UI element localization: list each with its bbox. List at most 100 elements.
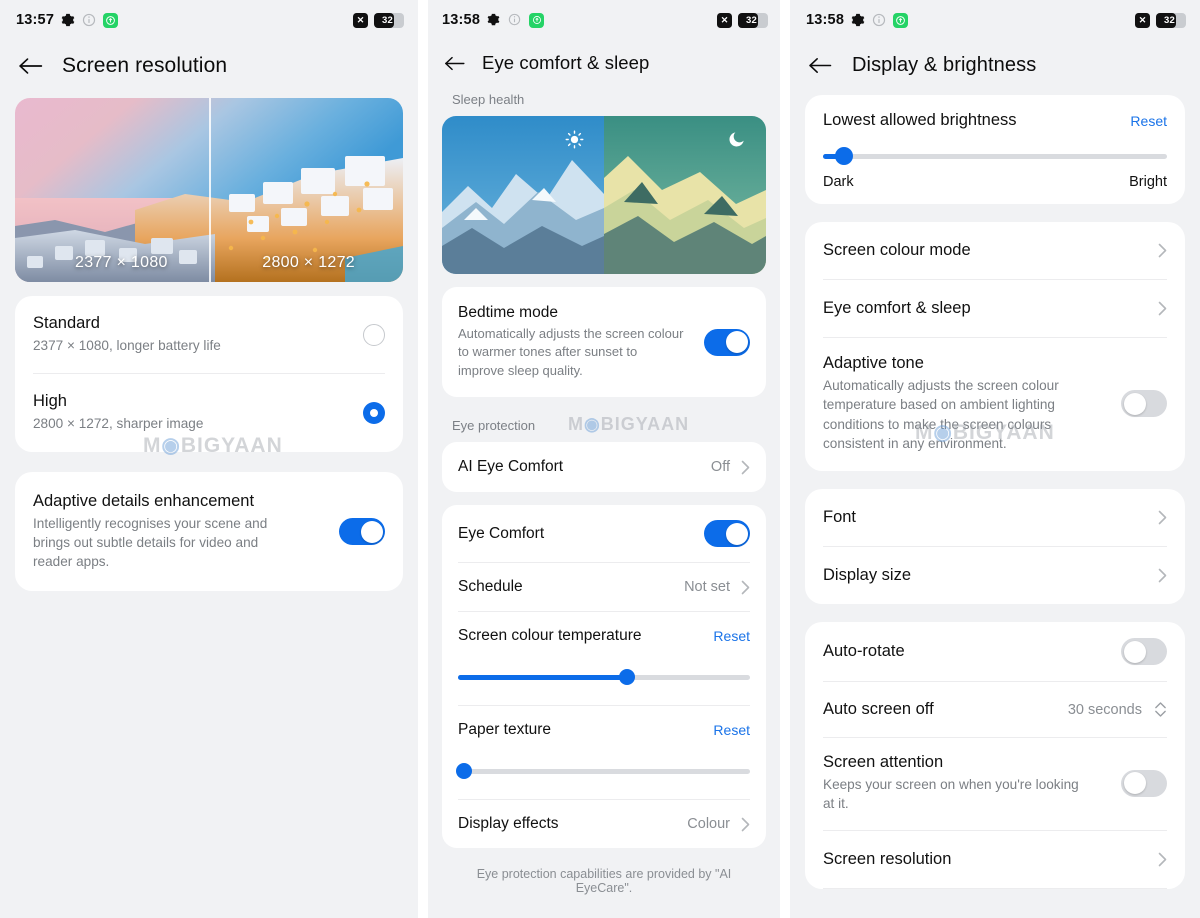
screen-colour-mode-row[interactable]: Screen colour mode [805, 222, 1185, 279]
panel-eye-comfort-sleep: 13:58 ✕ 32 Eye comfort & sleep Sleep hea… [428, 0, 780, 918]
status-bar-left: 13:57 [16, 12, 119, 28]
eye-comfort-row[interactable]: Eye Comfort [442, 505, 766, 562]
back-icon[interactable] [18, 55, 44, 77]
toggle-knob [1123, 640, 1146, 663]
adaptive-tone-toggle[interactable] [1121, 390, 1167, 418]
green-app-icon [529, 12, 545, 28]
screen-colour-temperature-slider[interactable] [458, 667, 750, 687]
slider-filled [458, 674, 628, 680]
gear-icon [61, 13, 75, 27]
toggle-knob [725, 522, 748, 545]
display-effects-title: Display effects [458, 815, 559, 833]
gear-icon [487, 13, 501, 27]
chevron-right-icon [1158, 852, 1167, 867]
title-bar: Eye comfort & sleep [428, 40, 780, 90]
status-bar-right: ✕ 32 [1135, 12, 1186, 28]
lowest-brightness-reset[interactable]: Reset [1130, 113, 1167, 129]
brightness-slider-labels: Dark Bright [823, 174, 1167, 190]
screen-resolution-title: Screen resolution [823, 849, 952, 868]
ai-eye-comfort-row[interactable]: AI Eye Comfort Off [442, 442, 766, 492]
page-title: Display & brightness [852, 54, 1037, 76]
mute-icon: ✕ [717, 12, 732, 28]
brightness-label-dark: Dark [823, 174, 854, 190]
bedtime-mode-title: Bedtime mode [458, 304, 558, 321]
info-icon [82, 13, 96, 27]
font-title: Font [823, 508, 857, 527]
chevron-right-icon [741, 460, 750, 475]
adaptive-details-toggle[interactable] [339, 518, 385, 546]
preview-night-half [604, 116, 766, 274]
lowest-brightness-block: Lowest allowed brightness Reset Dark Bri… [805, 95, 1185, 204]
screen-attention-toggle[interactable] [1121, 769, 1167, 797]
back-icon[interactable] [444, 54, 466, 73]
auto-rotate-row[interactable]: Auto-rotate [805, 622, 1185, 681]
display-effects-row[interactable]: Display effects Colour [442, 800, 766, 848]
paper-texture-block: Paper texture Reset [442, 706, 766, 799]
auto-screen-off-row[interactable]: Auto screen off 30 seconds [805, 682, 1185, 737]
paper-texture-title: Paper texture [458, 721, 552, 739]
status-time: 13:57 [16, 12, 55, 28]
bedtime-mode-card: Bedtime mode Automatically adjusts the s… [442, 287, 766, 398]
sun-icon [565, 130, 584, 154]
title-bar: Display & brightness [790, 40, 1200, 95]
adaptive-details-title: Adaptive details enhancement [33, 491, 255, 510]
resolution-preview-image: 2377 × 1080 2800 × 1272 [15, 98, 403, 282]
bedtime-mode-row[interactable]: Bedtime mode Automatically adjusts the s… [442, 287, 766, 397]
status-bar-right: ✕ 32 [717, 12, 768, 28]
auto-rotate-toggle[interactable] [1121, 638, 1167, 666]
resolution-option-standard[interactable]: Standard 2377 × 1080, longer battery lif… [15, 296, 403, 373]
sleep-health-preview-image [442, 116, 766, 274]
paper-texture-reset[interactable]: Reset [713, 722, 750, 738]
adaptive-tone-row[interactable]: Adaptive tone Automatically adjusts the … [805, 338, 1185, 471]
screenshot-stage: 13:57 ✕ 32 Screen resolution 2377 × 1080… [0, 0, 1200, 918]
status-bar-left: 13:58 [442, 12, 545, 28]
preview-label-high: 2800 × 1272 [262, 254, 355, 271]
adaptive-details-subtitle: Intelligently recognises your scene and … [33, 515, 268, 570]
status-bar: 13:58 ✕ 32 [790, 0, 1200, 40]
slider-knob[interactable] [834, 147, 853, 165]
resolution-option-high[interactable]: High 2800 × 1272, sharper image [15, 374, 403, 451]
back-icon[interactable] [808, 55, 834, 77]
moon-icon [727, 130, 746, 154]
chevron-right-icon [1158, 301, 1167, 316]
radio-standard[interactable] [363, 323, 385, 346]
option-title: Standard [33, 314, 100, 332]
schedule-row[interactable]: Schedule Not set [442, 563, 766, 611]
slider-track [458, 768, 750, 774]
row-divider [823, 887, 1167, 889]
battery-icon: 32 [374, 12, 404, 28]
title-bar: Screen resolution [0, 40, 418, 98]
status-bar: 13:57 ✕ 32 [0, 0, 418, 40]
adaptive-details-card: Adaptive details enhancement Intelligent… [15, 471, 403, 592]
eye-comfort-toggle[interactable] [704, 520, 750, 548]
adaptive-tone-subtitle: Automatically adjusts the screen colour … [823, 378, 1059, 451]
schedule-title: Schedule [458, 578, 523, 596]
bedtime-mode-toggle[interactable] [704, 328, 750, 356]
display-size-row[interactable]: Display size [805, 547, 1185, 604]
screen-behaviour-card: Auto-rotate Auto screen off 30 seconds S… [805, 622, 1185, 889]
adaptive-details-row[interactable]: Adaptive details enhancement Intelligent… [15, 472, 403, 592]
paper-texture-slider[interactable] [455, 761, 750, 781]
lowest-brightness-slider[interactable] [823, 146, 1167, 166]
eye-comfort-sleep-row[interactable]: Eye comfort & sleep [805, 280, 1185, 337]
radio-high[interactable] [363, 401, 385, 424]
mute-icon: ✕ [1135, 12, 1150, 28]
screen-resolution-row[interactable]: Screen resolution [805, 831, 1185, 888]
screen-attention-row[interactable]: Screen attention Keeps your screen on wh… [805, 738, 1185, 830]
font-row[interactable]: Font [805, 489, 1185, 546]
toggle-knob [360, 520, 383, 543]
toggle-knob [1123, 772, 1146, 795]
slider-knob[interactable] [619, 669, 636, 686]
panel-gap [780, 0, 790, 918]
slider-knob[interactable] [455, 763, 472, 780]
panel-gap [418, 0, 428, 918]
ai-eye-comfort-value: Off [710, 459, 730, 476]
panel-screen-resolution: 13:57 ✕ 32 Screen resolution 2377 × 1080… [0, 0, 418, 918]
green-app-icon [103, 12, 119, 28]
group-label-eye-protection: Eye protection [452, 418, 536, 434]
chevron-right-icon [741, 580, 750, 595]
screen-colour-temperature-reset[interactable]: Reset [713, 628, 750, 644]
display-size-title: Display size [823, 566, 912, 585]
battery-percent: 32 [382, 14, 393, 26]
screen-colour-temperature-title: Screen colour temperature [458, 627, 642, 645]
